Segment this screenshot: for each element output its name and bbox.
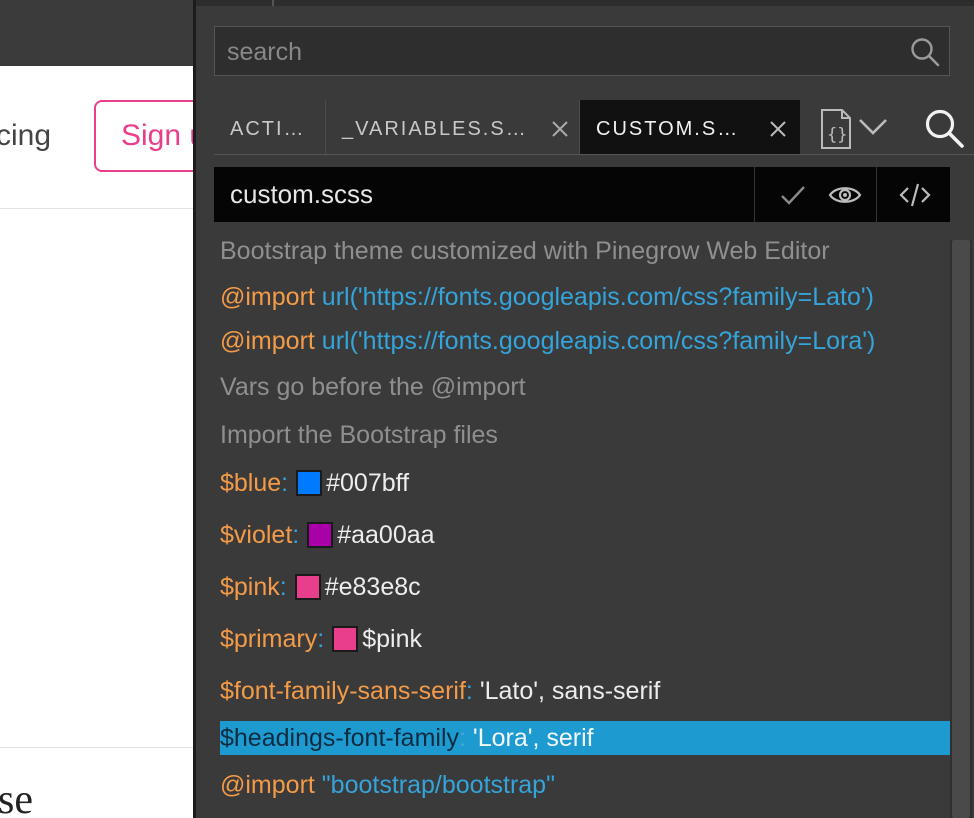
scrollbar-thumb[interactable] [952,240,970,818]
code-line-var-primary[interactable]: $primary: $pink [220,622,422,656]
color-swatch-primary[interactable] [332,626,359,652]
code-icon[interactable] [898,178,932,212]
eye-icon[interactable] [828,178,862,212]
code-line-import-lato[interactable]: @import url('https://fonts.googleapis.co… [220,280,874,314]
file-name: custom.scss [230,179,374,209]
color-swatch-pink[interactable] [294,574,321,600]
color-swatch-violet[interactable] [307,522,334,548]
code-line-import-bootstrap[interactable]: @import "bootstrap/bootstrap" [220,768,555,802]
preview-heading: se [0,777,33,818]
search-box [214,26,950,77]
close-icon[interactable] [550,119,570,139]
chevron-down-icon [859,119,887,135]
tab-custom-scss[interactable]: CUSTOM.S… [580,100,800,154]
code-editor[interactable]: Bootstrap theme customized with Pinegrow… [214,232,950,818]
preview-divider [0,747,193,748]
editor-scrollbar[interactable] [950,240,972,818]
code-line-var-pink[interactable]: $pink: #e83e8c [220,570,421,604]
code-line-comment[interactable]: Vars go before the @import [220,370,526,404]
search-input[interactable] [225,27,889,77]
code-line-font-sans[interactable]: $font-family-sans-serif: 'Lato', sans-se… [220,674,660,708]
check-icon[interactable] [776,178,810,212]
code-editor-panel: ACTI… _VARIABLES.S… CUSTOM.S… {} [196,0,974,818]
tab-actions[interactable]: ACTI… [214,100,326,154]
signup-button[interactable]: Sign up [94,100,193,172]
tab-label: ACTI… [230,118,306,140]
file-bar: custom.scss [214,167,950,222]
preview-top-bar [0,0,193,66]
file-tabs: ACTI… _VARIABLES.S… CUSTOM.S… {} [214,100,974,155]
code-line-import-lora[interactable]: @import url('https://fonts.googleapis.co… [220,324,875,358]
tab-variables-scss[interactable]: _VARIABLES.S… [326,100,580,154]
nav-link-pricing[interactable]: cing [0,119,51,153]
search-icon[interactable] [909,36,941,68]
code-line-var-blue[interactable]: $blue: #007bff [220,466,409,500]
file-code-menu[interactable]: {} [818,108,898,150]
color-swatch-blue[interactable] [296,470,323,496]
panel-top-strip [196,0,974,6]
code-line-comment[interactable]: Bootstrap theme customized with Pinegrow… [220,234,830,268]
code-line-headings-font-selected[interactable]: $headings-font-family: 'Lora', serif [220,721,950,755]
code-line-var-violet[interactable]: $violet: #aa00aa [220,518,435,552]
svg-text:{}: {} [827,125,847,145]
file-code-icon: {} [821,109,851,149]
page-preview: cing Sign up se [0,0,193,818]
tab-label: _VARIABLES.S… [342,118,528,140]
search-icon[interactable] [922,106,966,150]
code-line-comment[interactable]: Import the Bootstrap files [220,418,498,452]
tab-label: CUSTOM.S… [596,118,740,140]
close-icon[interactable] [768,119,788,139]
